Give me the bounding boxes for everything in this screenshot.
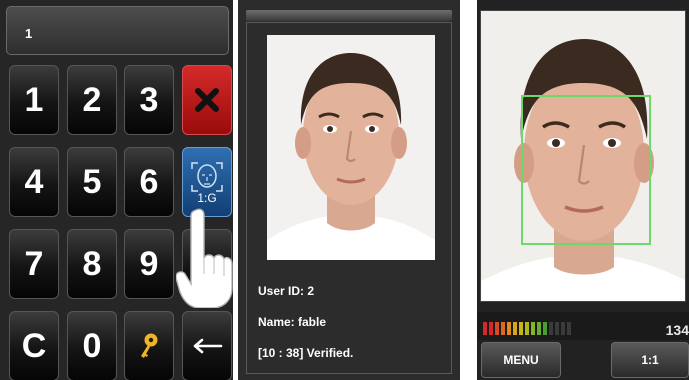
backspace-button[interactable] <box>182 311 232 380</box>
pin-display-value: 1 <box>25 26 33 41</box>
key-1[interactable]: 1 <box>9 65 59 135</box>
clear-button[interactable]: C <box>9 311 59 380</box>
pin-display[interactable]: 1 <box>6 6 229 55</box>
face-detection-box <box>521 95 651 245</box>
face-key-label: 1:G <box>197 191 217 205</box>
camera-preview <box>480 10 686 302</box>
key-icon <box>136 331 162 361</box>
title-bar <box>246 10 452 21</box>
key-3[interactable]: 3 <box>124 65 174 135</box>
user-name-label: Name: fable <box>258 315 327 329</box>
menu-button[interactable]: MENU <box>481 342 561 378</box>
hand-pointer-icon <box>175 208 233 313</box>
arrow-left-icon <box>191 338 223 354</box>
key-0[interactable]: 0 <box>67 311 117 380</box>
face-scan-icon <box>189 159 225 195</box>
key-2[interactable]: 2 <box>67 65 117 135</box>
mode-button[interactable]: 1:1 <box>611 342 689 378</box>
camera-panel: 134 MENU 1:1 <box>477 0 689 380</box>
key-4[interactable]: 4 <box>9 147 59 217</box>
quality-meter: 134 <box>477 312 689 340</box>
keypad-panel: 1 1 2 3 4 5 6 1:G 7 8 9 C 0 <box>0 0 233 380</box>
key-9[interactable]: 9 <box>124 229 174 299</box>
key-7[interactable]: 7 <box>9 229 59 299</box>
key-6[interactable]: 6 <box>124 147 174 217</box>
verification-panel: User ID: 2 Name: fable [10 : 38] Verifie… <box>238 0 460 380</box>
verification-status: [10 : 38] Verified. <box>258 346 354 360</box>
key-5[interactable]: 5 <box>67 147 117 217</box>
face-verify-button[interactable]: 1:G <box>182 147 232 217</box>
meter-count: 134 <box>665 322 689 338</box>
user-photo <box>267 35 435 260</box>
key-8[interactable]: 8 <box>67 229 117 299</box>
cancel-button[interactable] <box>182 65 232 135</box>
password-button[interactable] <box>124 311 174 380</box>
x-icon <box>193 86 221 114</box>
user-id-label: User ID: 2 <box>258 284 315 298</box>
